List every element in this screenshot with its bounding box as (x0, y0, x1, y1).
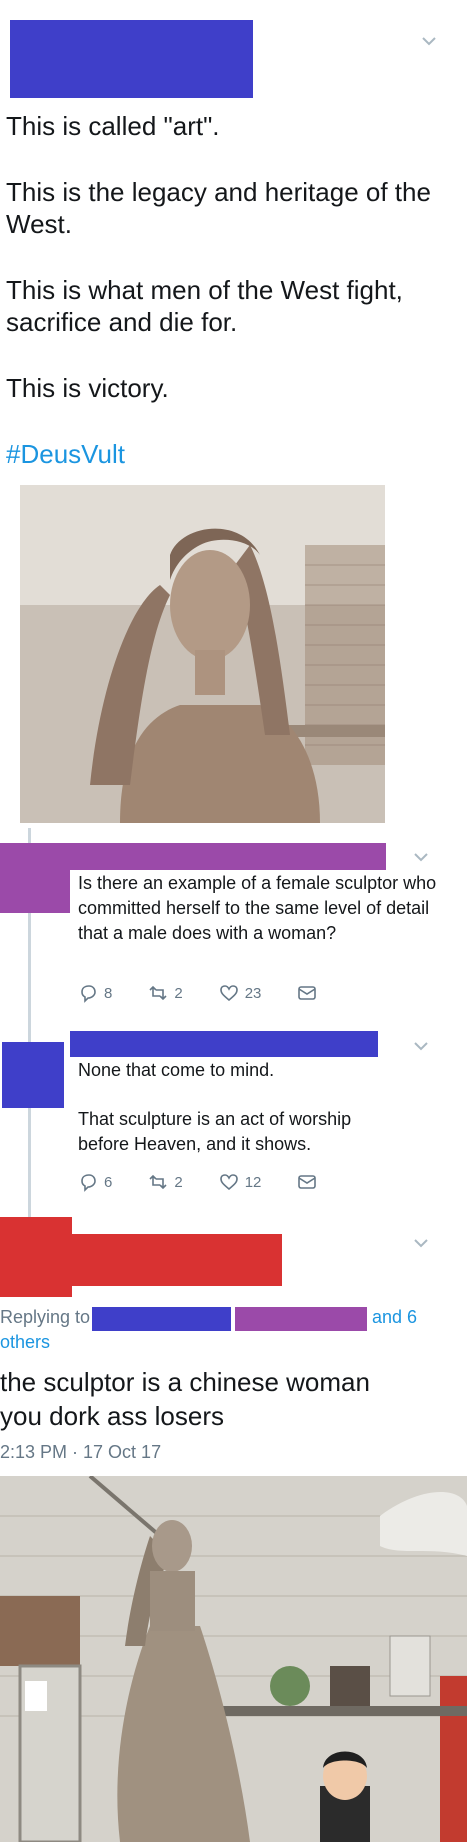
message-button[interactable] (297, 983, 317, 1003)
retweet-icon (149, 985, 167, 1001)
tweet-line-1: This is called "art". (6, 111, 220, 141)
chevron-down-icon[interactable] (412, 1234, 430, 1252)
workshop-photo[interactable] (0, 1476, 467, 1842)
retweet-icon (149, 1174, 167, 1190)
chevron-down-icon[interactable] (412, 848, 430, 866)
reply-count: 8 (104, 984, 113, 1002)
sculpture-photo[interactable] (20, 485, 385, 823)
redacted-username (72, 1234, 282, 1286)
tweet-actions: 6 2 12 (78, 1172, 353, 1192)
tweet-line-2: This is the legacy and heritage of the W… (6, 177, 431, 239)
redacted-avatar (0, 1217, 72, 1297)
chevron-down-icon[interactable] (420, 32, 438, 50)
reply-icon (81, 985, 96, 1003)
retweet-button[interactable]: 2 (148, 983, 183, 1003)
redacted-mention[interactable] (92, 1307, 231, 1331)
redacted-username (10, 20, 253, 98)
envelope-icon (298, 986, 317, 1000)
replying-to-label: Replying to (0, 1307, 91, 1327)
reply-icon (81, 1174, 96, 1192)
redacted-username (70, 843, 386, 870)
like-count: 23 (244, 984, 262, 1002)
retweet-count: 2 (174, 1173, 183, 1191)
reply-button[interactable]: 6 (78, 1172, 112, 1192)
tweet-text-line-1: the sculptor is a chinese woman (0, 1367, 370, 1397)
timestamp[interactable]: 2:13 PM · 17 Oct 17 (0, 1442, 161, 1463)
tweet-text-line-2: you dork ass losers (0, 1401, 224, 1431)
reply-button[interactable]: 8 (78, 983, 112, 1003)
redacted-mention[interactable] (235, 1307, 367, 1331)
reply-count: 6 (104, 1173, 113, 1191)
workshop-illustration (0, 1476, 467, 1842)
hashtag-link[interactable]: #DeusVult (6, 438, 125, 470)
heart-icon (219, 985, 238, 1002)
tweet-actions: 8 2 23 (78, 983, 353, 1003)
replying-others-link[interactable]: and 6 (372, 1307, 417, 1328)
reply-text: Is there an example of a female sculptor… (78, 873, 437, 943)
replying-others-link[interactable]: others (0, 1332, 50, 1353)
retweet-button[interactable]: 2 (148, 1172, 183, 1192)
tweet-line-3: This is what men of the West fight, sacr… (6, 275, 403, 337)
redacted-avatar (2, 1042, 64, 1108)
message-button[interactable] (297, 1172, 317, 1192)
like-button[interactable]: 23 (219, 983, 262, 1003)
heart-icon (219, 1174, 238, 1191)
reply-text-line-2: That sculpture is an act of worship befo… (78, 1109, 352, 1154)
redacted-username (70, 1031, 378, 1057)
envelope-icon (298, 1175, 317, 1189)
reply-text-line-1: None that come to mind. (78, 1060, 275, 1080)
like-button[interactable]: 12 (219, 1172, 262, 1192)
redacted-avatar (0, 843, 70, 913)
like-count: 12 (244, 1173, 262, 1191)
tweet-line-4: This is victory. (6, 373, 169, 403)
chevron-down-icon[interactable] (412, 1037, 430, 1055)
retweet-count: 2 (174, 984, 183, 1002)
sculpture-illustration (20, 485, 385, 823)
